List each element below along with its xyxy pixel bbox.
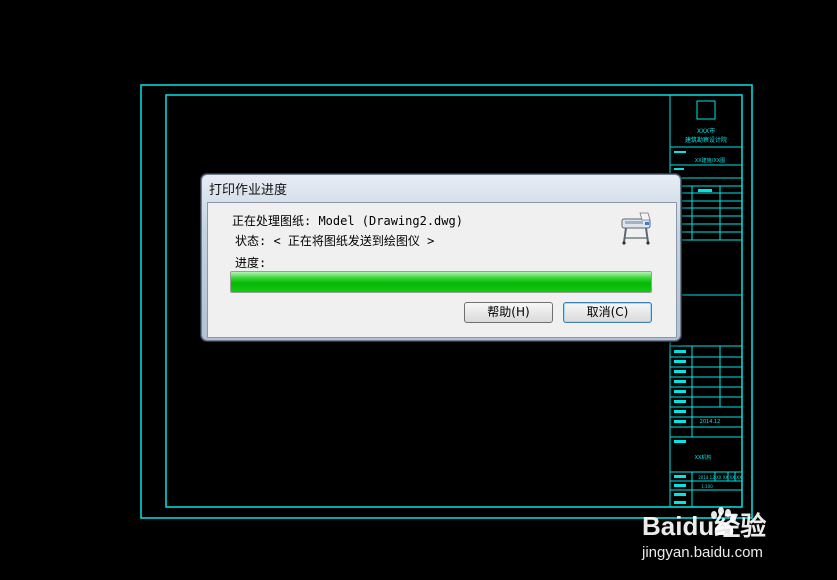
title-block-company: XX机构 <box>695 454 712 461</box>
progress-label: 进度: <box>235 256 267 270</box>
dialog-body: 正在处理图纸: Model (Drawing2.dwg) 状态: < 正在将图纸… <box>207 202 677 338</box>
baidu-jingyan-watermark: Baidu经验 jingyan.baidu.com <box>641 507 766 561</box>
help-button[interactable]: 帮助(H) <box>464 302 553 323</box>
title-block-project-line1: XXX市 <box>697 127 715 135</box>
plotter-icon <box>621 212 651 245</box>
title-block-project-line2: 建筑勘察设计院 <box>685 136 727 144</box>
watermark-brand: Baidu经验 <box>642 511 766 541</box>
title-block-sheet-info: 2014.12 XX XX XX XX <box>698 475 742 480</box>
title-block-drawing-no: XX建施/XX图 <box>695 157 725 164</box>
progress-bar-fill <box>231 272 651 292</box>
status-text: 状态: < 正在将图纸发送到绘图仪 > <box>235 234 435 248</box>
watermark-url: jingyan.baidu.com <box>641 544 763 561</box>
title-block-date: 2014.12 <box>700 419 721 425</box>
plot-job-progress-dialog: 打印作业进度 正在处理图纸: Model (Drawing2.dwg) 状态: … <box>201 174 681 341</box>
progress-bar <box>230 271 652 293</box>
processing-sheet-text: 正在处理图纸: Model (Drawing2.dwg) <box>232 214 463 228</box>
title-block-scale: 1:100 <box>701 484 713 489</box>
dialog-title: 打印作业进度 <box>209 183 288 198</box>
cancel-button[interactable]: 取消(C) <box>563 302 652 323</box>
